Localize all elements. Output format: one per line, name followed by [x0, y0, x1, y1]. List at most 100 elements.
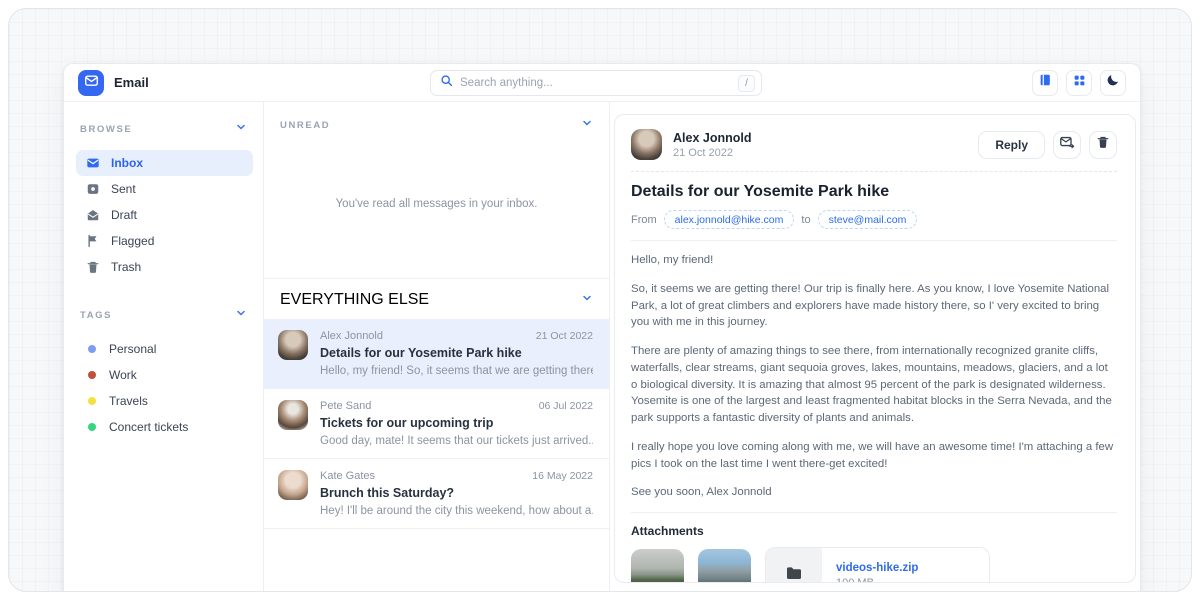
sidebar-item-inbox[interactable]: Inbox — [76, 150, 253, 176]
email-app-window: Email / — [63, 63, 1141, 592]
browse-nav: Inbox Sent Draft — [76, 150, 253, 280]
mail-list-item[interactable]: Alex Jonnold 21 Oct 2022 Details for our… — [264, 319, 609, 389]
tags-section: TAGS Personal Work — [76, 302, 253, 440]
tag-item-personal[interactable]: Personal — [76, 336, 253, 362]
mail-sender: Pete Sand — [320, 400, 371, 412]
unread-section-header[interactable]: UNREAD — [264, 102, 609, 140]
search-shortcut-badge: / — [738, 75, 755, 92]
tag-item-work[interactable]: Work — [76, 362, 253, 388]
forward-button[interactable] — [1053, 131, 1081, 159]
sidebar-item-label: Inbox — [111, 156, 143, 170]
tag-item-travels[interactable]: Travels — [76, 388, 253, 414]
trash-icon — [86, 260, 100, 274]
avatar — [278, 470, 308, 500]
mail-item-body: Alex Jonnold 21 Oct 2022 Details for our… — [320, 330, 593, 377]
tag-item-concert-tickets[interactable]: Concert tickets — [76, 414, 253, 440]
email-header: Alex Jonnold 21 Oct 2022 Reply — [631, 129, 1117, 160]
sidebar-item-trash[interactable]: Trash — [76, 254, 253, 280]
avatar — [278, 400, 308, 430]
tags-label: TAGS — [80, 310, 112, 321]
chevron-down-icon[interactable] — [235, 306, 247, 324]
message-list-column: UNREAD You've read all messages in your … — [264, 102, 610, 592]
email-date: 21 Oct 2022 — [673, 147, 751, 159]
sidebar-item-label: Trash — [111, 260, 141, 274]
mail-subject: Tickets for our upcoming trip — [320, 416, 593, 430]
flag-icon — [86, 234, 100, 248]
mail-item-body: Pete Sand 06 Jul 2022 Tickets for our up… — [320, 400, 593, 447]
moon-icon — [1106, 73, 1120, 92]
grid-icon — [1073, 74, 1086, 92]
search-bar[interactable]: / — [430, 70, 762, 96]
email-detail-card: Alex Jonnold 21 Oct 2022 Reply — [614, 114, 1136, 583]
mail-item-body: Kate Gates 16 May 2022 Brunch this Satur… — [320, 470, 593, 517]
book-icon — [1038, 73, 1052, 92]
body-paragraph: See you soon, Alex Jonnold — [631, 484, 1117, 501]
topbar-actions — [1032, 70, 1126, 96]
app-title: Email — [114, 75, 149, 90]
zip-icon-pane — [766, 548, 822, 583]
search-input[interactable] — [460, 77, 731, 89]
mail-sender: Alex Jonnold — [320, 330, 383, 342]
photo-attachment-half-dome[interactable] — [698, 549, 751, 583]
tags-section-header[interactable]: TAGS — [76, 302, 253, 328]
app-logo — [78, 70, 104, 96]
browse-section-header[interactable]: BROWSE — [76, 116, 253, 142]
divider — [631, 240, 1117, 241]
envelope-icon — [84, 73, 99, 93]
dark-mode-button[interactable] — [1100, 70, 1126, 96]
attachments-row: videos-hike.zip 100 MB — [631, 547, 1117, 583]
mail-subject: Details for our Yosemite Park hike — [320, 346, 593, 360]
mail-date: 21 Oct 2022 — [536, 330, 593, 342]
tag-label: Concert tickets — [109, 420, 188, 434]
sidebar-item-label: Draft — [111, 208, 137, 222]
body-paragraph: There are plenty of amazing things to se… — [631, 343, 1117, 427]
mail-subject: Brunch this Saturday? — [320, 486, 593, 500]
avatar — [278, 330, 308, 360]
email-body: Hello, my friend! So, it seems we are ge… — [631, 252, 1117, 501]
chevron-down-icon[interactable] — [581, 291, 593, 309]
topbar: Email / — [64, 64, 1140, 102]
everything-else-section-header[interactable]: EVERYTHING ELSE — [264, 278, 609, 319]
tag-dot — [88, 397, 96, 405]
sidebar-item-flagged[interactable]: Flagged — [76, 228, 253, 254]
mail-sender: Kate Gates — [320, 470, 375, 482]
from-label: From — [631, 214, 657, 226]
tag-label: Personal — [109, 342, 156, 356]
delete-button[interactable] — [1089, 131, 1117, 159]
trash-icon — [1096, 135, 1110, 154]
zip-file-name[interactable]: videos-hike.zip — [836, 562, 918, 574]
from-email-pill[interactable]: alex.jonnold@hike.com — [664, 210, 795, 229]
apps-grid-button[interactable] — [1066, 70, 1092, 96]
unread-label: UNREAD — [280, 120, 330, 131]
folder-icon — [785, 564, 803, 583]
search-icon — [440, 74, 453, 92]
mail-date: 16 May 2022 — [532, 470, 593, 482]
email-actions: Reply — [978, 131, 1117, 159]
draft-icon — [86, 208, 100, 222]
zip-attachment-card[interactable]: videos-hike.zip 100 MB — [765, 547, 990, 583]
zip-file-size: 100 MB — [836, 577, 918, 583]
chevron-down-icon[interactable] — [581, 116, 593, 134]
reader-panel: Alex Jonnold 21 Oct 2022 Reply — [610, 102, 1140, 592]
sidebar-item-draft[interactable]: Draft — [76, 202, 253, 228]
book-button[interactable] — [1032, 70, 1058, 96]
chevron-down-icon[interactable] — [235, 120, 247, 138]
mail-list-item[interactable]: Pete Sand 06 Jul 2022 Tickets for our up… — [264, 389, 609, 459]
sidebar: BROWSE Inbox — [64, 102, 264, 592]
to-email-pill[interactable]: steve@mail.com — [818, 210, 918, 229]
reply-button[interactable]: Reply — [978, 131, 1045, 159]
mail-list: Alex Jonnold 21 Oct 2022 Details for our… — [264, 319, 609, 592]
sidebar-item-label: Sent — [111, 182, 136, 196]
mail-list-item[interactable]: Kate Gates 16 May 2022 Brunch this Satur… — [264, 459, 609, 529]
mail-date: 06 Jul 2022 — [539, 400, 593, 412]
avatar — [631, 129, 662, 160]
tag-dot — [88, 371, 96, 379]
sent-icon — [86, 182, 100, 196]
forward-mail-icon — [1059, 134, 1075, 155]
tag-label: Work — [109, 368, 137, 382]
body-paragraph: So, it seems we are getting there! Our t… — [631, 281, 1117, 331]
inbox-icon — [86, 156, 100, 170]
browse-label: BROWSE — [80, 124, 132, 135]
photo-attachment-valley[interactable] — [631, 549, 684, 583]
sidebar-item-sent[interactable]: Sent — [76, 176, 253, 202]
